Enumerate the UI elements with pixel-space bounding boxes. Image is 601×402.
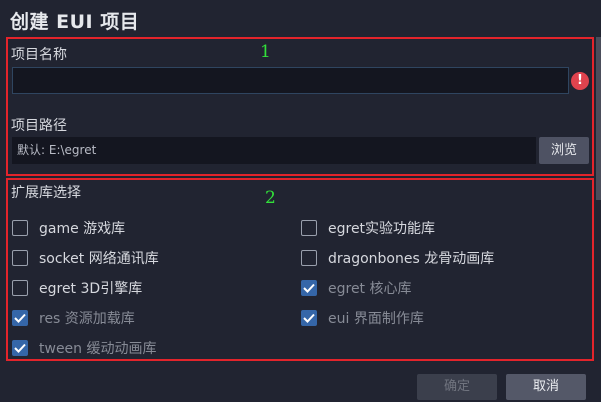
create-eui-project-dialog: 创建 EUI 项目 1 2 项目名称 ! 项目路径 默认: E:\egret 浏… (0, 0, 601, 402)
project-path-field[interactable]: 默认: E:\egret (12, 137, 536, 164)
cancel-button[interactable]: 取消 (506, 374, 586, 400)
library-checkbox-egret-core: egret 核心库 (301, 277, 412, 299)
libraries-heading: 扩展库选择 (11, 185, 81, 201)
library-label: tween 缓动动画库 (39, 341, 157, 357)
library-checkbox-res: res 资源加载库 (12, 307, 135, 329)
checkmark-icon (12, 340, 28, 356)
checkmark-icon (301, 280, 317, 296)
dialog-title: 创建 EUI 项目 (10, 11, 140, 33)
project-name-label: 项目名称 (11, 47, 67, 63)
checkmark-icon (12, 310, 28, 326)
annotation-label-2: 2 (265, 188, 276, 208)
ok-button[interactable]: 确定 (417, 374, 497, 400)
library-label: egret实验功能库 (328, 221, 436, 237)
library-checkbox-eui: eui 界面制作库 (301, 307, 424, 329)
library-checkbox-egret-experimental[interactable]: egret实验功能库 (301, 217, 435, 239)
library-checkbox-socket[interactable]: socket 网络通讯库 (12, 247, 159, 269)
checkbox-box[interactable] (12, 220, 28, 236)
library-label: game 游戏库 (39, 221, 126, 237)
checkbox-box[interactable] (12, 280, 28, 296)
library-label: dragonbones 龙骨动画库 (328, 251, 495, 267)
library-label: egret 核心库 (328, 281, 412, 297)
project-name-input[interactable] (12, 67, 569, 94)
annotation-label-1: 1 (260, 42, 271, 62)
library-checkbox-dragonbones[interactable]: dragonbones 龙骨动画库 (301, 247, 494, 269)
checkmark-icon (301, 310, 317, 326)
checkbox-box[interactable] (301, 220, 317, 236)
library-checkbox-game[interactable]: game 游戏库 (12, 217, 125, 239)
library-checkbox-tween: tween 缓动动画库 (12, 337, 157, 359)
project-path-label: 项目路径 (11, 118, 67, 134)
annotation-box-2 (6, 178, 594, 361)
library-label: eui 界面制作库 (328, 311, 424, 327)
checkbox-box[interactable] (12, 250, 28, 266)
checkbox-box[interactable] (301, 250, 317, 266)
library-checkbox-egret-3d[interactable]: egret 3D引擎库 (12, 277, 142, 299)
browse-button[interactable]: 浏览 (539, 137, 589, 164)
error-icon: ! (571, 72, 589, 90)
library-label: socket 网络通讯库 (39, 251, 159, 267)
library-label: egret 3D引擎库 (39, 281, 143, 297)
scrollbar-thumb[interactable] (596, 37, 601, 200)
library-label: res 资源加载库 (39, 311, 135, 327)
